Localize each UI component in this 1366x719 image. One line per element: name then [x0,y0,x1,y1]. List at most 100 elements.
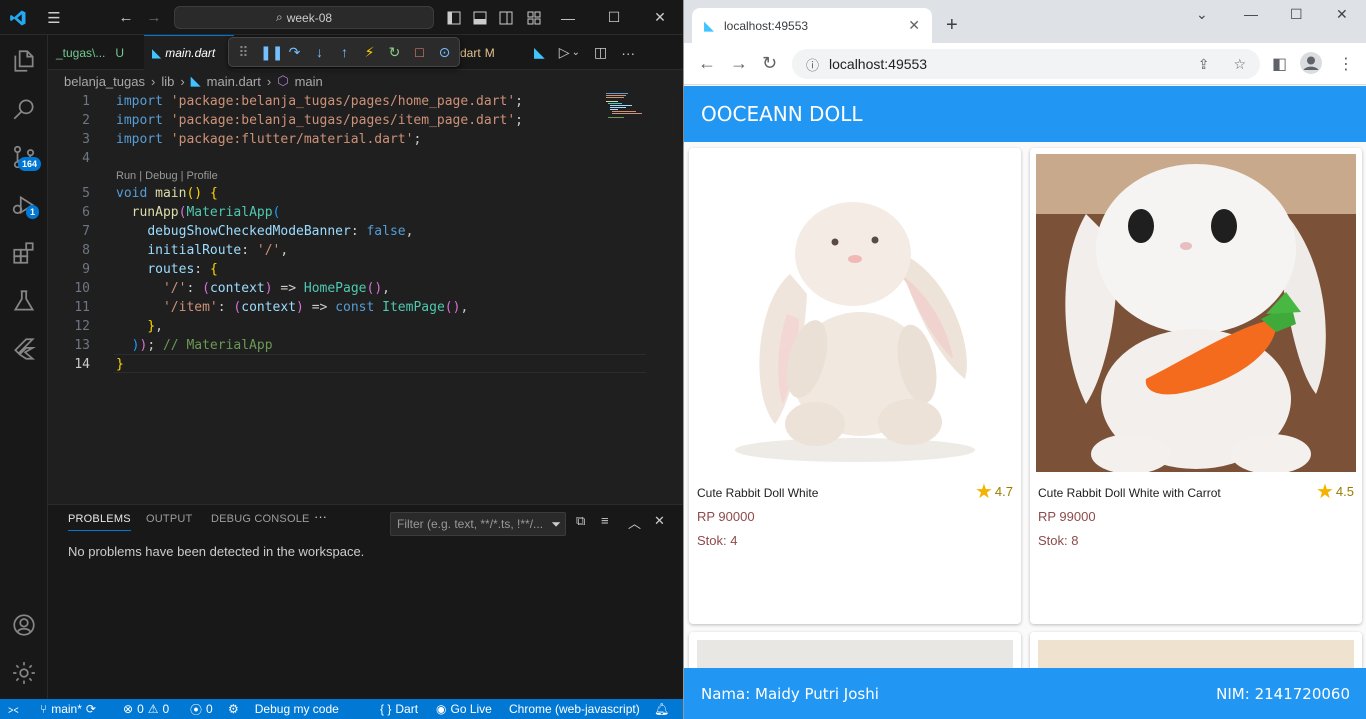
filter-icon[interactable]: ⏷ [547,517,565,532]
testing-icon[interactable] [0,277,48,325]
menu-icon[interactable]: ☰ [44,0,64,35]
maximize-panel-icon[interactable]: ︿ [628,513,641,532]
bookmark-star-icon[interactable]: ☆ [1233,56,1246,73]
problems-filter-input[interactable]: Filter (e.g. text, **/*.ts, !**/... ⏷ [390,512,566,536]
command-center-search[interactable]: ⌕ week-08 [174,6,434,29]
line-number: 4 [82,151,90,166]
close-panel-icon[interactable]: ✕ [654,513,665,529]
code-line: 4 [48,149,628,168]
site-info-icon[interactable]: ⓘ [806,55,819,74]
search-activity-icon[interactable] [0,85,48,133]
minimize-icon[interactable]: — [545,0,591,35]
inspect-widget-icon[interactable]: ⊙ [436,44,453,61]
breadcrumb-lib[interactable]: lib [161,74,174,89]
restart-icon[interactable]: ↻ [386,44,403,61]
step-out-icon[interactable]: ↑ [336,44,353,60]
notifications-icon[interactable]: 🔔︎ [654,699,669,719]
new-tab-icon[interactable]: + [946,14,958,37]
tab-tugas[interactable]: _tugas\... U [48,35,144,70]
breadcrumb-file[interactable]: main.dart [207,74,261,89]
golive-button[interactable]: ◉ Go Live [436,699,492,719]
breadcrumb-folder[interactable]: belanja_tugas [64,74,145,89]
source-control-icon[interactable]: 164 [0,133,48,181]
product-card[interactable] [1030,632,1362,668]
chevron-right-icon: › [180,73,185,89]
product-card[interactable]: Cute Rabbit Doll White with Carrot ★ 4.5… [1030,148,1362,624]
settings-gear-icon[interactable] [0,649,48,697]
product-price: RP 99000 [1038,509,1096,524]
more-actions-icon[interactable]: ··· [621,45,635,61]
tab-debug-console[interactable]: DEBUG CONSOLE [211,513,310,525]
share-icon[interactable]: ⇪ [1198,56,1210,73]
close-icon[interactable]: ✕ [1336,6,1348,23]
dart-file-icon: ◣ [152,46,162,60]
tab-output[interactable]: OUTPUT [146,513,192,525]
product-card[interactable] [689,632,1021,668]
line-number: 8 [82,243,90,258]
code-line: 2 import 'package:belanja_tugas/pages/ite… [48,111,628,130]
toggle-secondary-sidebar-icon[interactable] [498,0,514,35]
problems-status[interactable]: ⊗ 0 ⚠ 0 [123,699,169,719]
flutter-icon[interactable] [0,325,48,373]
chevron-down-icon[interactable]: ⌄ [572,47,580,58]
forward-arrow-icon[interactable]: → [730,53,748,74]
step-over-icon[interactable]: ↷ [286,44,303,61]
command-center-label: week-08 [286,10,333,25]
forward-arrow-icon[interactable]: → [144,0,164,35]
close-icon[interactable]: ✕ [637,0,683,35]
browser-tab-title: localhost:49553 [724,18,809,33]
accounts-icon[interactable] [0,601,48,649]
back-arrow-icon[interactable]: ← [698,53,716,74]
line-number: 3 [82,132,90,147]
run-debug-icon[interactable]: 1 [0,181,48,229]
branch-status[interactable]: ⑂ main* ⟳ [40,699,96,719]
product-price: RP 90000 [697,509,755,524]
product-grid: Cute Rabbit Doll White ★ 4.7 RP 90000 St… [684,142,1366,668]
back-arrow-icon[interactable]: ← [116,0,136,35]
chrome-menu-icon[interactable]: ⋮ [1338,54,1354,74]
extensions-icon[interactable] [0,229,48,277]
maximize-icon[interactable]: ☐ [591,0,637,35]
vscode-window: ☰ ← → ⌕ week-08 — ☐ ✕ 164 1 _tugas\... U… [0,0,683,719]
tab-dart-modified[interactable]: dart M [452,35,512,70]
maximize-icon[interactable]: ☐ [1290,6,1303,23]
address-bar[interactable]: ⓘ localhost:49553 ⇪ ☆ [792,49,1260,79]
flutter-devtools-icon[interactable]: ◣ [534,44,545,61]
minimize-icon[interactable]: — [1244,6,1258,22]
ports-status[interactable]: ⦿ 0 [190,699,213,719]
explorer-icon[interactable] [0,37,48,85]
step-into-icon[interactable]: ↓ [311,44,328,60]
drag-handle-icon[interactable]: ⠿ [235,44,252,61]
more-actions-icon[interactable]: ··· [314,509,327,524]
code-line: 5 void main() { [48,184,628,203]
product-image [1036,154,1356,472]
pause-icon[interactable]: ❚❚ [260,44,283,61]
tab-main-dart[interactable]: ◣ main.dart [144,35,234,70]
view-as-list-icon[interactable]: ≡ [601,513,609,528]
profile-avatar[interactable] [1300,52,1322,79]
split-editor-icon[interactable]: ◫ [594,44,607,61]
warning-icon: ⚠ [147,702,159,716]
side-panel-icon[interactable]: ◧ [1272,54,1287,74]
tab-problems[interactable]: PROBLEMS [68,513,131,531]
tab-search-icon[interactable]: ⌄ [1196,6,1208,23]
language-status[interactable]: { } Dart [380,699,418,719]
toggle-primary-sidebar-icon[interactable] [446,0,462,35]
customize-layout-icon[interactable] [526,0,542,35]
stop-icon[interactable]: □ [411,44,428,60]
code-editor[interactable]: 1 import 'package:belanja_tugas/pages/hom… [48,92,683,504]
breadcrumb-symbol[interactable]: main [295,74,323,89]
hot-reload-icon[interactable]: ⚡ [361,44,378,61]
remote-icon[interactable]: ⪥ [8,699,19,719]
collapse-all-icon[interactable]: ⧉ [576,513,585,529]
device-status[interactable]: Chrome (web-javascript) [509,699,640,719]
line-number: 2 [82,113,90,128]
toggle-panel-icon[interactable] [472,0,488,35]
product-card[interactable]: Cute Rabbit Doll White ★ 4.7 RP 90000 St… [689,148,1021,624]
browser-tab[interactable]: ◣ localhost:49553 ✕ [692,8,932,43]
reload-icon[interactable]: ↻ [762,53,777,74]
close-tab-icon[interactable]: ✕ [908,17,920,34]
debug-status[interactable]: ⚙ Debug my code [228,699,339,719]
codelens-run-debug-profile[interactable]: Run | Debug | Profile [116,170,218,182]
run-icon[interactable]: ▷ [559,44,570,61]
